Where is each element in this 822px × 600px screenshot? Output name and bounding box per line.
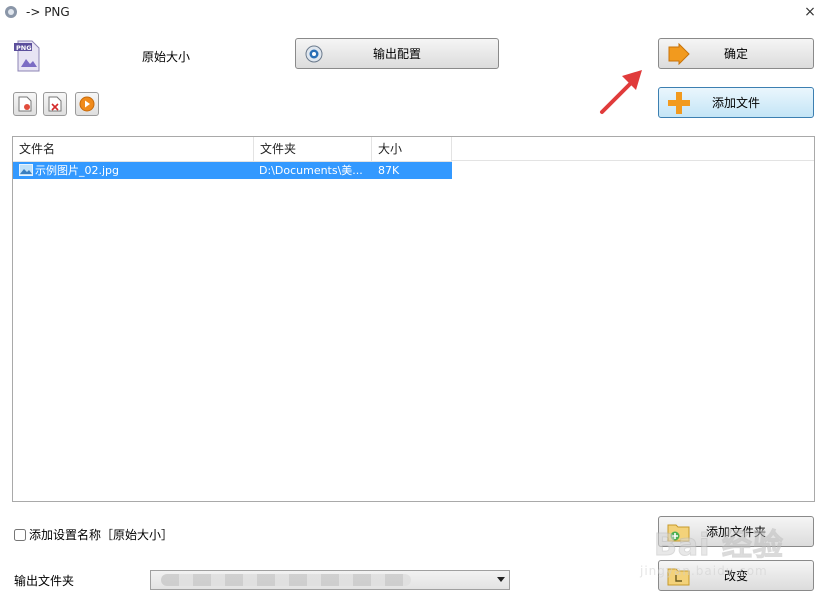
plus-icon xyxy=(668,91,690,114)
window-title: -> PNG xyxy=(26,5,70,19)
annotation-arrow-icon xyxy=(600,70,642,114)
output-config-button[interactable]: 输出配置 xyxy=(295,38,499,69)
column-header-name[interactable]: 文件名 xyxy=(13,137,254,161)
chevron-down-icon xyxy=(497,577,505,582)
png-format-icon: PNG xyxy=(14,40,40,72)
close-icon: × xyxy=(804,4,816,20)
image-file-icon xyxy=(19,164,33,176)
new-document-icon xyxy=(18,96,32,112)
output-folder-label: 输出文件夹 xyxy=(14,574,75,588)
file-list-header: 文件名 文件夹 大小 xyxy=(13,137,814,162)
close-button[interactable]: × xyxy=(802,3,818,21)
app-icon xyxy=(5,6,17,18)
svg-text:PNG: PNG xyxy=(16,44,32,52)
table-row[interactable]: 示例图片_02.jpg D:\Documents\美... 87K xyxy=(13,162,452,179)
column-header-folder[interactable]: 文件夹 xyxy=(254,137,372,161)
add-setting-name-option[interactable]: 添加设置名称［原始大小］ xyxy=(14,526,173,543)
title-bar: -> PNG × xyxy=(0,0,822,26)
gear-icon xyxy=(305,45,323,62)
file-size-cell: 87K xyxy=(378,164,400,177)
arrow-right-icon xyxy=(668,42,690,65)
add-file-button[interactable]: 添加文件 xyxy=(658,87,814,118)
output-folder-select[interactable] xyxy=(150,570,510,590)
add-folder-label: 添加文件夹 xyxy=(705,525,766,539)
size-setting-label: 原始大小 xyxy=(142,50,191,64)
file-name-cell: 示例图片_02.jpg xyxy=(35,164,120,177)
add-file-label: 添加文件 xyxy=(711,96,760,110)
output-config-label: 输出配置 xyxy=(372,47,421,61)
new-list-button[interactable] xyxy=(13,92,37,116)
ok-button[interactable]: 确定 xyxy=(658,38,814,69)
blurred-path xyxy=(161,574,411,586)
add-folder-button[interactable]: 添加文件夹 xyxy=(658,516,814,547)
play-icon xyxy=(79,96,95,112)
header-filler xyxy=(452,137,814,161)
remove-file-button[interactable] xyxy=(43,92,67,116)
folder-icon xyxy=(667,568,690,585)
change-label: 改变 xyxy=(723,569,748,583)
file-folder-cell: D:\Documents\美... xyxy=(259,164,363,177)
add-folder-icon xyxy=(667,524,690,541)
file-list[interactable]: 文件名 文件夹 大小 示例图片_02.jpg D:\Documents\美...… xyxy=(12,136,815,502)
add-setting-name-label: 添加设置名称［原始大小］ xyxy=(29,528,174,542)
delete-document-icon xyxy=(48,96,62,112)
add-setting-name-checkbox[interactable] xyxy=(14,528,26,541)
play-button[interactable] xyxy=(75,92,99,116)
ok-label: 确定 xyxy=(723,47,748,61)
change-folder-button[interactable]: 改变 xyxy=(658,560,814,591)
column-header-size[interactable]: 大小 xyxy=(372,137,452,161)
